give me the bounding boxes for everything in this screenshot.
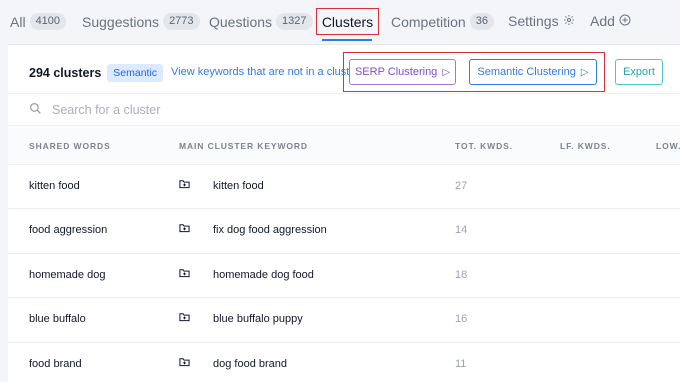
- play-icon: ▷: [442, 66, 451, 78]
- shared-words-cell: food aggression: [29, 224, 108, 237]
- total-keywords-cell: 18: [455, 268, 468, 281]
- cluster-summary: 294 clusters Semantic: [29, 64, 164, 82]
- tab-settings[interactable]: Settings: [508, 13, 575, 29]
- tab-clusters[interactable]: Clusters: [316, 8, 379, 35]
- table-row[interactable]: food aggression fix dog food aggression …: [8, 209, 680, 254]
- tab-competition[interactable]: Competition 36: [391, 13, 494, 30]
- table-header: SHARED WORDS MAIN CLUSTER KEYWORD TOT. K…: [8, 125, 680, 165]
- folder-icon[interactable]: [179, 357, 190, 370]
- tab-questions-label: Questions: [209, 13, 273, 30]
- cluster-table-body: kitten food kitten food 27 food aggressi…: [8, 165, 680, 382]
- export-button[interactable]: Export: [615, 59, 663, 85]
- tab-clusters-label: Clusters: [321, 13, 374, 30]
- serp-clustering-label: SERP Clustering: [354, 66, 438, 78]
- main-keyword-cell[interactable]: homemade dog food: [213, 269, 314, 281]
- table-row[interactable]: food brand dog food brand 11: [8, 343, 680, 382]
- folder-icon[interactable]: [179, 312, 190, 325]
- tab-all-label: All: [10, 13, 26, 30]
- mode-badge: Semantic: [107, 64, 164, 82]
- column-header-shared-words[interactable]: SHARED WORDS: [29, 141, 111, 151]
- shared-words-cell: homemade dog: [29, 268, 106, 281]
- plus-circle-icon: [619, 13, 631, 29]
- clusters-panel: 294 clusters Semantic View keywords that…: [8, 44, 680, 382]
- tab-questions[interactable]: Questions 1327: [209, 13, 313, 30]
- column-header-lf-keywords[interactable]: LF. KWDS.: [560, 141, 611, 151]
- tab-all-count: 4100: [29, 13, 67, 30]
- table-row[interactable]: kitten food kitten food 27: [8, 165, 680, 210]
- total-keywords-cell: 27: [455, 180, 468, 192]
- tab-suggestions-label: Suggestions: [82, 13, 160, 30]
- tab-add[interactable]: Add: [590, 13, 631, 29]
- shared-words-cell: kitten food: [29, 180, 80, 192]
- semantic-clustering-button[interactable]: Semantic Clustering ▷: [469, 59, 597, 85]
- tab-bar: All 4100 Suggestions 2773 Questions 1327…: [0, 0, 680, 44]
- tab-settings-label: Settings: [508, 13, 559, 29]
- tab-add-label: Add: [590, 13, 615, 29]
- total-keywords-cell: 11: [455, 357, 467, 370]
- tab-all[interactable]: All 4100: [10, 13, 67, 30]
- main-keyword-cell[interactable]: kitten food: [213, 180, 264, 192]
- table-row[interactable]: homemade dog homemade dog food 18: [8, 254, 680, 299]
- semantic-clustering-label: Semantic Clustering: [477, 66, 576, 78]
- unclustered-keywords-link[interactable]: View keywords that are not in a cluster: [171, 66, 353, 78]
- folder-icon[interactable]: [179, 268, 190, 281]
- main-keyword-cell[interactable]: fix dog food aggression: [213, 224, 327, 236]
- column-header-low[interactable]: LOW.: [656, 141, 680, 151]
- tab-competition-label: Competition: [391, 13, 466, 30]
- tab-competition-count: 36: [469, 13, 494, 30]
- folder-icon[interactable]: [179, 179, 190, 192]
- gear-icon: [563, 13, 575, 29]
- play-icon: ▷: [580, 66, 589, 78]
- column-header-total-keywords[interactable]: TOT. KWDS.: [455, 141, 513, 151]
- serp-clustering-button[interactable]: SERP Clustering ▷: [349, 59, 456, 85]
- cluster-count: 294 clusters: [29, 66, 102, 80]
- cluster-search-input[interactable]: [52, 101, 352, 119]
- tab-suggestions-count: 2773: [163, 13, 200, 30]
- folder-icon[interactable]: [179, 223, 190, 236]
- shared-words-cell: blue buffalo: [29, 313, 86, 326]
- column-header-main-cluster-keyword[interactable]: MAIN CLUSTER KEYWORD: [179, 141, 308, 151]
- search-bar: [8, 93, 680, 125]
- shared-words-cell: food brand: [29, 357, 82, 370]
- main-keyword-cell[interactable]: dog food brand: [213, 358, 287, 370]
- total-keywords-cell: 14: [455, 224, 468, 237]
- tab-questions-count: 1327: [276, 13, 313, 30]
- table-row[interactable]: blue buffalo blue buffalo puppy 16: [8, 298, 680, 343]
- total-keywords-cell: 16: [455, 313, 468, 326]
- main-keyword-cell[interactable]: blue buffalo puppy: [213, 313, 303, 325]
- tab-suggestions[interactable]: Suggestions 2773: [82, 13, 200, 30]
- active-tab-underline: [322, 39, 372, 41]
- search-icon: [29, 102, 42, 120]
